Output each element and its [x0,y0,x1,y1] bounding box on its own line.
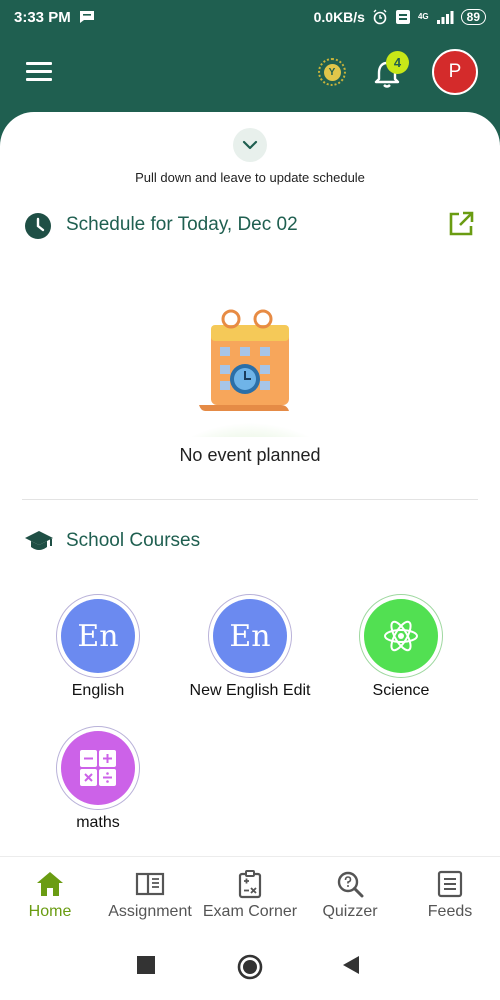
battery-indicator: 89 [460,9,486,25]
schedule-header: Schedule for Today, Dec 02 [24,210,484,242]
status-bar: 3:33 PM 0.0KB/s 4G 89 [0,0,500,34]
letters-icon: En [213,599,287,673]
courses-header: School Courses [24,526,324,556]
volte-icon [395,10,410,24]
system-nav-bar [0,934,500,1000]
nav-exam-corner[interactable]: Exam Corner [200,857,300,934]
courses-title: School Courses [66,530,201,551]
course-science[interactable]: Science [326,594,476,700]
avatar[interactable]: P [432,49,478,95]
schedule-title: Schedule for Today, Dec 02 [66,214,298,235]
status-time: 3:33 PM [14,8,71,26]
main-content: Pull down and leave to update schedule S… [0,112,500,856]
graduation-cap-icon [25,531,53,550]
course-icon-ring: En [56,594,140,678]
network-type: 4G [417,12,429,21]
section-divider [22,499,478,500]
empty-state-message: No event planned [179,445,321,465]
course-label: maths [76,814,120,831]
calculator-icon [61,731,135,805]
course-maths[interactable]: maths [23,726,173,832]
alarm-icon [373,9,387,25]
clipboard-icon [238,870,262,899]
app-bar: Y 4 P [0,34,500,114]
letters-icon: En [61,599,135,673]
feed-icon [437,870,463,898]
message-icon [79,11,94,23]
bottom-nav: Home Assignment Exam Corner Quizzer Feed… [0,856,500,934]
course-label: Science [372,682,430,699]
nav-label: Feeds [427,903,473,920]
course-new-english-edit[interactable]: En New English Edit [175,594,325,700]
book-icon [135,872,165,896]
course-label: English [71,682,125,699]
nav-assignment[interactable]: Assignment [100,857,200,934]
nav-label: Home [28,903,72,920]
recent-apps-icon[interactable] [137,956,155,974]
course-english[interactable]: En English [23,594,173,700]
coin-letter: Y [323,63,341,81]
coin-icon[interactable]: Y [318,58,346,86]
external-link-icon[interactable] [447,210,475,238]
atom-icon [364,599,438,673]
nav-home[interactable]: Home [0,857,100,934]
nav-label: Quizzer [322,903,378,920]
quiz-search-icon [337,871,364,898]
course-icon-ring [359,594,443,678]
home-button-icon[interactable] [237,954,263,980]
net-speed: 0.0KB/s [313,9,365,25]
menu-icon[interactable] [26,62,52,82]
course-icon-ring [56,726,140,810]
notification-badge: 4 [386,51,409,74]
back-icon[interactable] [343,956,359,974]
nav-feeds[interactable]: Feeds [400,857,500,934]
home-icon [37,872,63,896]
course-icon-ring: En [208,594,292,678]
chevron-down-icon[interactable] [233,128,267,162]
nav-label: Exam Corner [202,903,298,920]
nav-label: Assignment [108,903,192,920]
calendar-illustration [165,309,335,437]
pull-hint: Pull down and leave to update schedule [135,170,365,185]
signal-icon [436,11,454,24]
course-label: New English Edit [189,682,311,699]
nav-quizzer[interactable]: Quizzer [300,857,400,934]
clock-icon [25,213,51,239]
